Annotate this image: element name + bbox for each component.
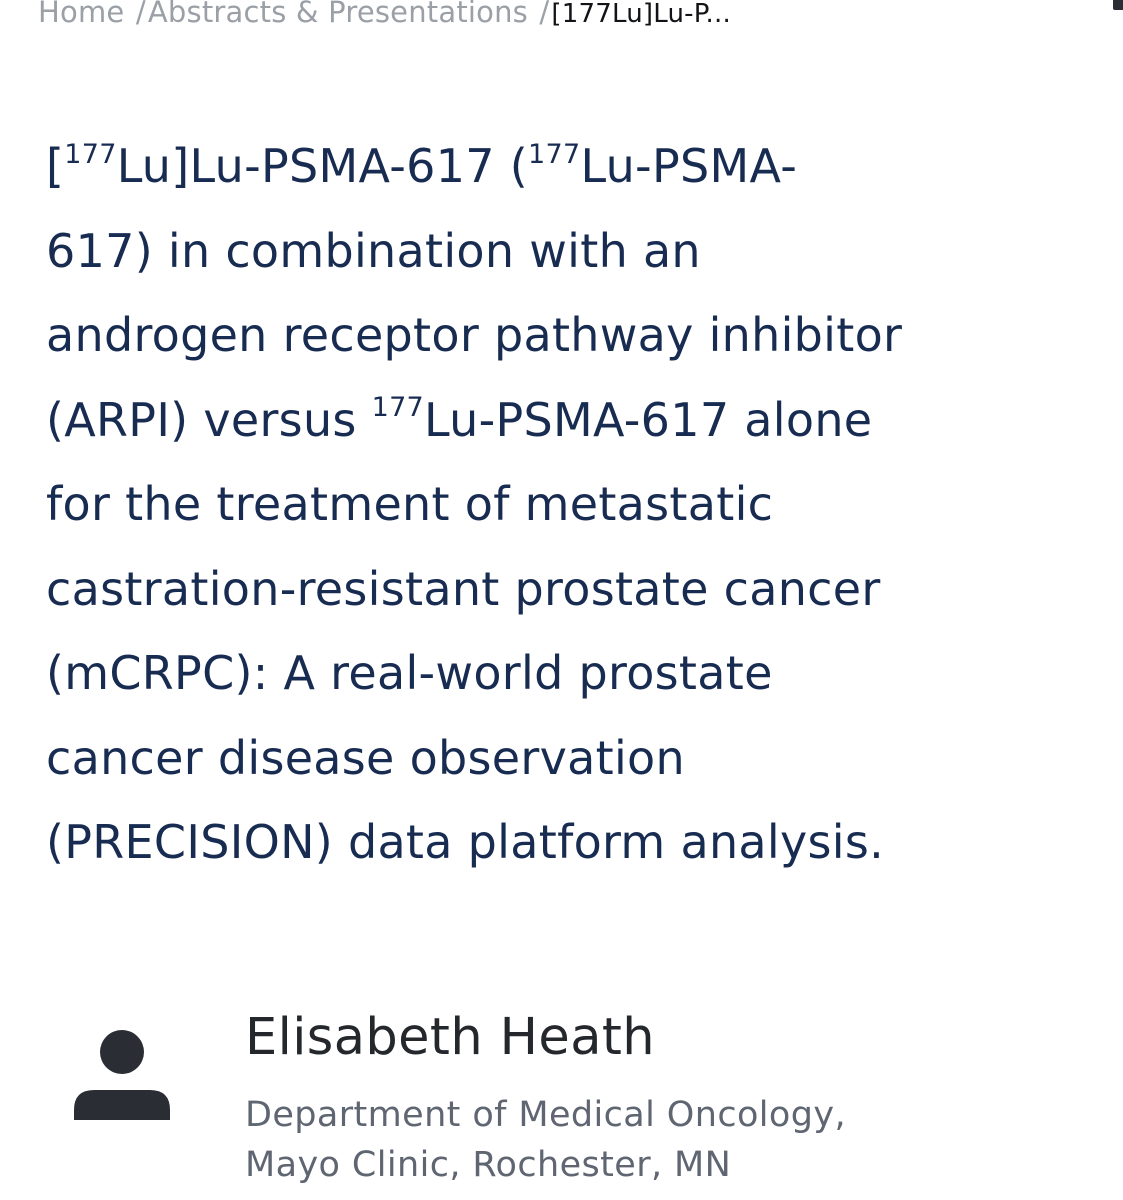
person-icon bbox=[72, 1028, 172, 1128]
breadcrumb-separator: / bbox=[539, 0, 550, 29]
isotope-superscript: 177 bbox=[64, 138, 117, 170]
breadcrumb: Home /Abstracts & Presentations /[177Lu]… bbox=[38, 0, 731, 36]
breadcrumb-separator: / bbox=[135, 0, 146, 29]
title-line: (mCRPC): A real-world prostate bbox=[46, 631, 1106, 716]
breadcrumb-section-link[interactable]: Abstracts & Presentations bbox=[148, 0, 528, 29]
title-text: 617) in combination with an bbox=[46, 223, 701, 278]
author-affiliation: Department of Medical Oncology, Mayo Cli… bbox=[245, 1090, 1105, 1190]
breadcrumb-current: [177Lu]Lu-P... bbox=[551, 0, 731, 29]
title-text: [ bbox=[46, 139, 65, 193]
title-text: cancer disease observation bbox=[46, 730, 685, 785]
isotope-superscript: 177 bbox=[371, 392, 425, 424]
title-text: androgen receptor pathway inhibitor bbox=[46, 308, 903, 362]
title-line: (PRECISION) data platform analysis. bbox=[46, 800, 1106, 885]
title-line: [177Lu]Lu-PSMA-617 (177Lu-PSMA- bbox=[46, 124, 1106, 209]
title-text: (mCRPC): A real-world prostate bbox=[46, 646, 773, 700]
title-line: castration-resistant prostate cancer bbox=[46, 547, 1106, 632]
title-text: Lu-PSMA-617 alone bbox=[424, 392, 873, 447]
title-line: 617) in combination with an bbox=[46, 209, 1106, 294]
title-text: (ARPI) versus bbox=[46, 392, 372, 447]
title-text: (PRECISION) data platform analysis. bbox=[46, 815, 885, 869]
title-line: androgen receptor pathway inhibitor bbox=[46, 293, 1106, 378]
title-text: for the treatment of metastatic bbox=[46, 477, 774, 531]
title-line: (ARPI) versus 177Lu-PSMA-617 alone bbox=[46, 378, 1106, 463]
title-text: Lu]Lu-PSMA-617 ( bbox=[116, 139, 529, 193]
isotope-superscript: 177 bbox=[528, 138, 581, 170]
affiliation-line: Mayo Clinic, Rochester, MN bbox=[245, 1145, 732, 1185]
title-text: castration-resistant prostate cancer bbox=[46, 561, 881, 616]
window-corner-mark bbox=[1113, 0, 1123, 10]
affiliation-line: Department of Medical Oncology, bbox=[245, 1095, 846, 1135]
breadcrumb-home-link[interactable]: Home bbox=[38, 0, 124, 29]
abstract-title: [177Lu]Lu-PSMA-617 (177Lu-PSMA- 617) in c… bbox=[46, 124, 1106, 885]
title-text: Lu-PSMA- bbox=[580, 139, 798, 193]
author-card: Elisabeth Heath Department of Medical On… bbox=[0, 1000, 1123, 1200]
title-line: cancer disease observation bbox=[46, 716, 1106, 801]
author-name: Elisabeth Heath bbox=[245, 1008, 655, 1067]
title-line: for the treatment of metastatic bbox=[46, 462, 1106, 547]
